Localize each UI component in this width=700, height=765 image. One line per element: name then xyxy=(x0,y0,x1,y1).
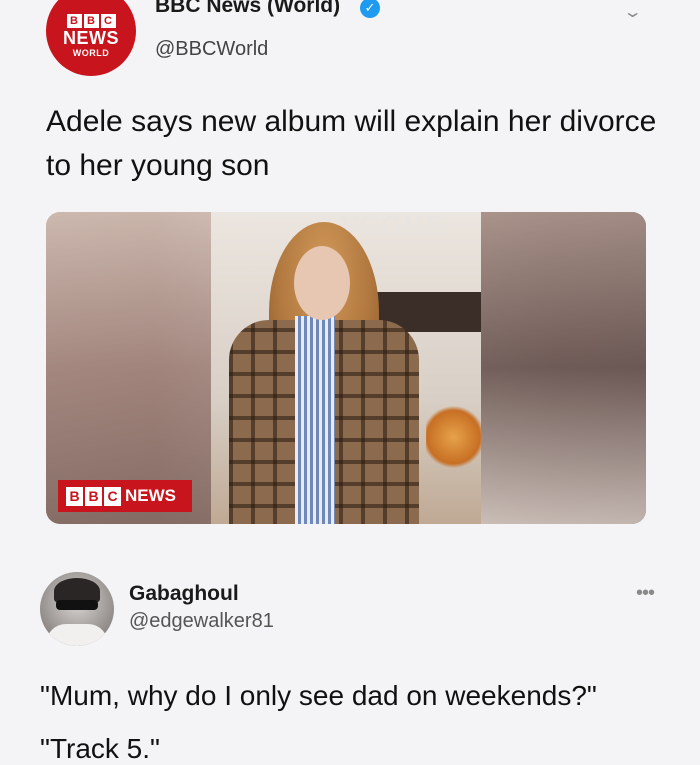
bbc-tag-block-b2: B xyxy=(85,486,102,506)
tweet-media-image[interactable]: VOGUE B B C NEWS xyxy=(46,212,646,524)
bbc-block-b1: B xyxy=(66,14,82,28)
reply-author-handle[interactable]: @edgewalker81 xyxy=(129,610,274,633)
bbc-tag-blocks: B B C xyxy=(66,486,121,506)
person-face xyxy=(294,246,350,320)
more-horizontal-icon[interactable]: ••• xyxy=(636,582,655,605)
media-blur-left xyxy=(46,212,211,524)
reply-tweet: Gabaghoul @edgewalker81 ••• "Mum, why do… xyxy=(0,540,700,765)
tweet-card: B B C NEWS WORLD BBC News (World) ✓ @BBC… xyxy=(0,0,700,540)
bbc-block-c: C xyxy=(100,14,116,28)
striped-shirt xyxy=(295,316,335,524)
flowers xyxy=(426,402,481,472)
bbc-news-avatar[interactable]: B B C NEWS WORLD xyxy=(46,0,136,76)
chevron-down-icon[interactable]: ⌄ xyxy=(623,2,643,22)
author-name[interactable]: BBC News (World) xyxy=(155,0,340,18)
bbc-news-watermark: B B C NEWS xyxy=(58,480,192,512)
reply-author-name[interactable]: Gabaghoul xyxy=(129,582,239,606)
media-blur-right xyxy=(481,212,646,524)
sunglasses-icon xyxy=(56,600,98,610)
verified-badge-icon: ✓ xyxy=(360,0,380,18)
avatar-world-text: WORLD xyxy=(72,48,110,58)
reply-text-line-2: "Track 5." xyxy=(40,733,160,764)
magazine-cover-photo: VOGUE xyxy=(211,212,481,524)
avatar-news-text: NEWS xyxy=(63,28,119,48)
bbc-logo-blocks: B B C xyxy=(66,14,116,28)
bbc-tag-block-c: C xyxy=(104,486,121,506)
bbc-tag-news: NEWS xyxy=(125,486,176,505)
tweet-text: Adele says new album will explain her di… xyxy=(46,105,657,182)
bbc-tag-block-b1: B xyxy=(66,486,83,506)
magazine-title: VOGUE xyxy=(341,212,445,240)
bbc-block-b2: B xyxy=(83,14,99,28)
avatar-collar xyxy=(46,624,108,646)
reply-avatar[interactable] xyxy=(40,572,114,646)
author-handle[interactable]: @BBCWorld xyxy=(155,38,268,61)
reply-text-line-1: "Mum, why do I only see dad on weekends?… xyxy=(40,680,597,711)
